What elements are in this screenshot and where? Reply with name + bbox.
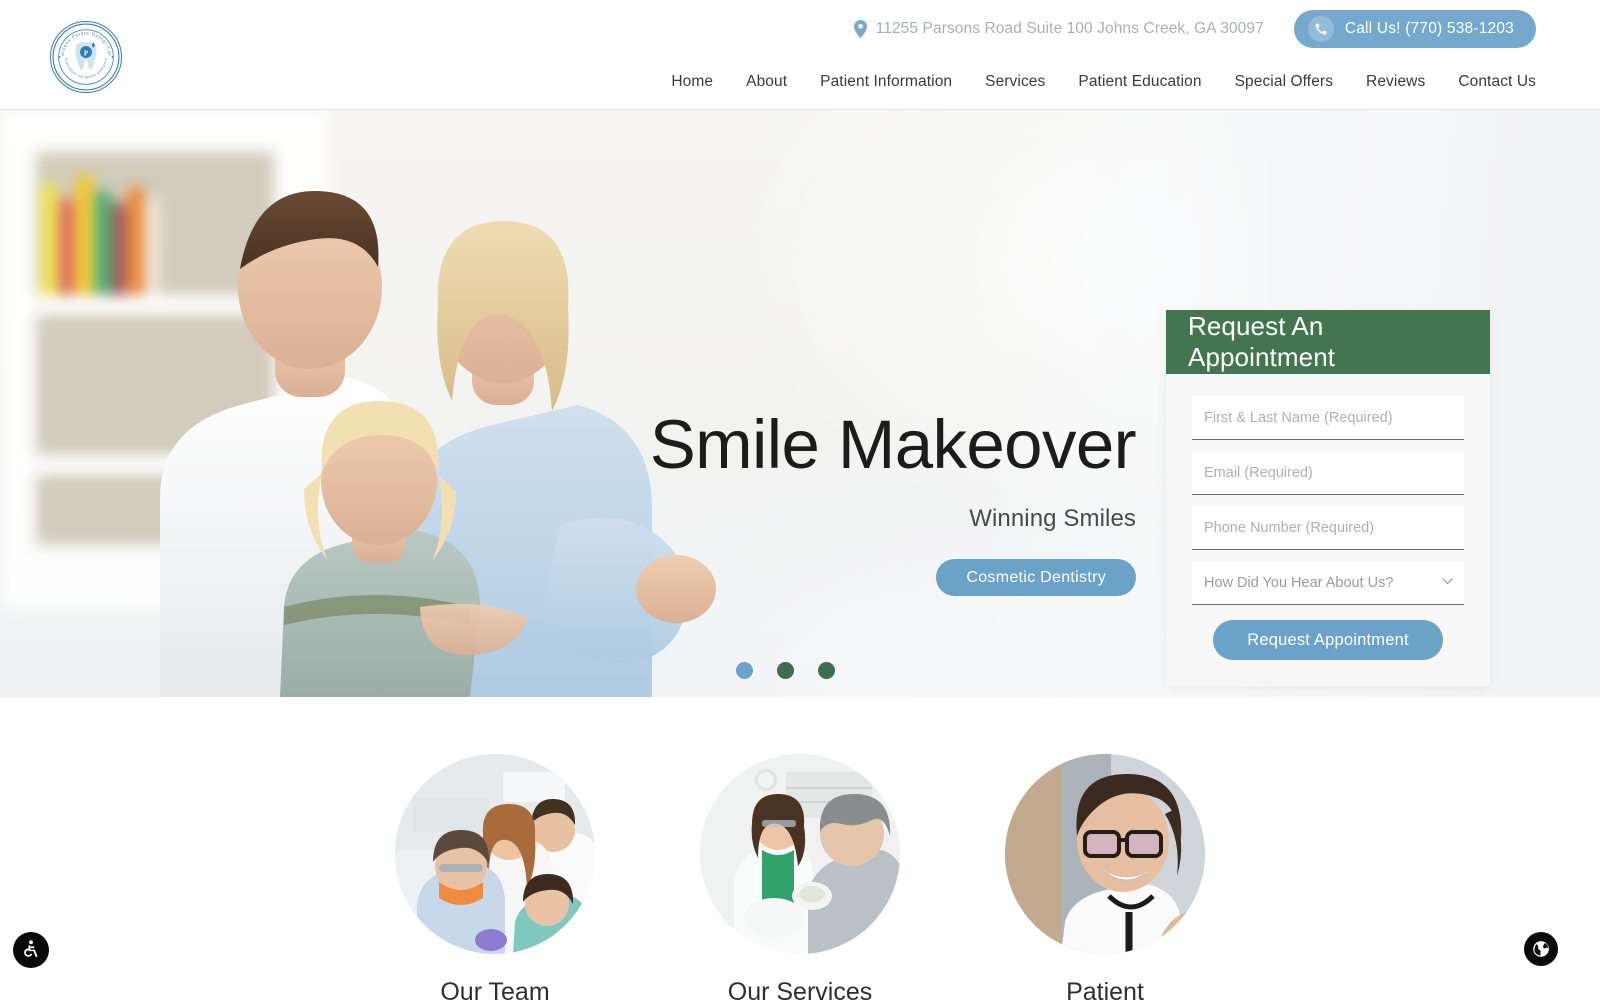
phone-input[interactable] [1192,506,1464,550]
nav-item-services[interactable]: Services [985,73,1045,91]
hero-title: Smile Makeover [649,406,1137,483]
nav-item-reviews[interactable]: Reviews [1366,73,1425,91]
header-right-group: 11255 Parsons Road Suite 100 Johns Creek… [671,0,1536,107]
feature-title-our-team: Our Team [440,978,550,1000]
hero-subtitle: Winning Smiles [969,505,1136,532]
nav-item-home[interactable]: Home [671,73,713,91]
submit-row: Request Appointment [1192,620,1464,660]
request-appointment-submit-button[interactable]: Request Appointment [1213,620,1443,660]
feature-title-our-services: Our Services [727,978,873,1000]
features-row: Our Team Our Services Patient [0,754,1600,1000]
name-input[interactable] [1192,396,1464,440]
request-appointment-header: Request An Appointment [1166,310,1490,374]
call-us-button[interactable]: Call Us! (770) 538-1203 [1293,9,1536,48]
hero-copy: Smile Makeover Winning Smiles Cosmetic D… [0,406,1137,596]
feature-card-patient-information[interactable]: Patient Information [1005,754,1205,1000]
hero-cta-button[interactable]: Cosmetic Dentistry [936,559,1136,596]
carousel-dot-1[interactable] [736,662,753,679]
features-section: Our Team Our Services Patient [0,697,1600,1000]
nav-item-about[interactable]: About [746,73,787,91]
carousel-dots [736,662,835,679]
request-appointment-panel: Request An Appointment How Did You Hear … [1166,310,1490,686]
language-widget-button[interactable] [1524,932,1558,966]
patient-information-image[interactable] [1005,754,1205,954]
hero-carousel: Smile Makeover Winning Smiles Cosmetic D… [0,110,1600,697]
header-topbar: 11255 Parsons Road Suite 100 Johns Creek… [671,0,1536,57]
accessibility-widget-button[interactable] [13,932,49,968]
nav-item-contact-us[interactable]: Contact Us [1458,73,1536,91]
main-navigation: Home About Patient Information Services … [671,57,1536,107]
globe-language-icon [1533,941,1549,957]
our-team-image[interactable] [395,754,595,954]
site-header: P Parsons Pointe Dental Care Experience … [0,0,1600,110]
our-services-image[interactable] [700,754,900,954]
email-input[interactable] [1192,451,1464,495]
site-logo[interactable]: P Parsons Pointe Dental Care Experience … [50,21,122,93]
referral-select-wrap: How Did You Hear About Us? [1192,561,1464,605]
referral-select[interactable]: How Did You Hear About Us? [1192,561,1464,605]
feature-card-our-services[interactable]: Our Services [700,754,900,1000]
nav-item-patient-information[interactable]: Patient Information [820,73,952,91]
parsons-pointe-dental-care-logo-icon: P Parsons Pointe Dental Care Experience … [50,21,122,93]
phone-icon [1307,15,1334,42]
request-appointment-title: Request An Appointment [1188,311,1336,372]
office-address-text: 11255 Parsons Road Suite 100 Johns Creek… [875,19,1264,37]
carousel-dot-2[interactable] [777,662,794,679]
request-appointment-form: How Did You Hear About Us? Request Appoi… [1166,374,1490,686]
svg-text:P: P [84,49,89,57]
nav-item-special-offers[interactable]: Special Offers [1235,73,1333,91]
call-us-label: Call Us! (770) 538-1203 [1344,19,1514,37]
feature-card-our-team[interactable]: Our Team [395,754,595,1000]
wheelchair-accessibility-icon [24,940,38,958]
carousel-dot-3[interactable] [818,662,835,679]
map-pin-icon [853,19,867,38]
nav-item-patient-education[interactable]: Patient Education [1078,73,1201,91]
feature-title-patient-information: Patient Information [1066,978,1144,1000]
office-address: 11255 Parsons Road Suite 100 Johns Creek… [853,19,1264,38]
